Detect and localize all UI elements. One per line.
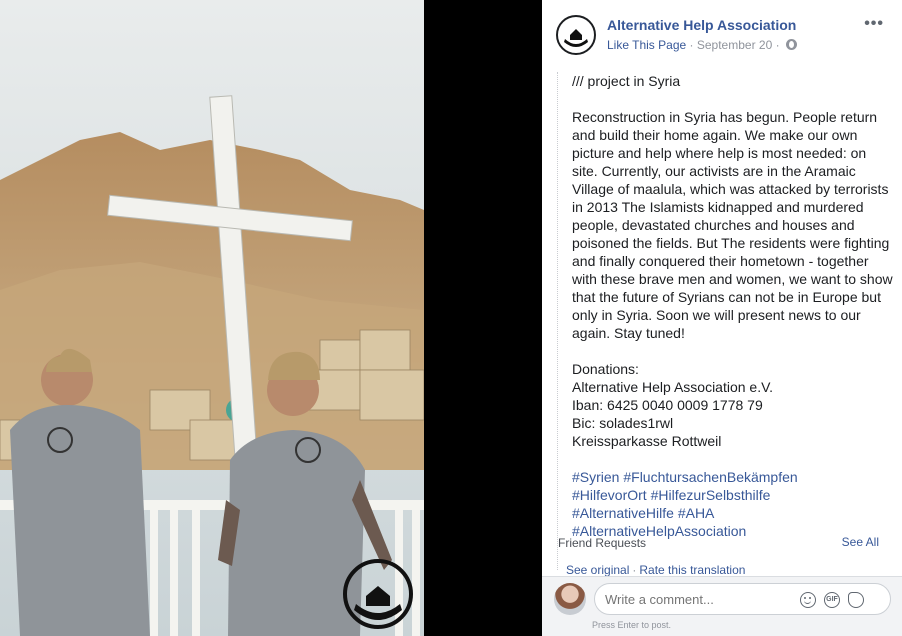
page-name-link[interactable]: Alternative Help Association <box>607 17 796 33</box>
post-panel: Alternative Help Association Like This P… <box>542 0 902 636</box>
comment-input[interactable] <box>605 592 785 607</box>
donations-block: Donations: Alternative Help Association … <box>572 360 895 450</box>
post-paragraph: Reconstruction in Syria has begun. Peopl… <box>572 109 893 341</box>
emoji-icon[interactable] <box>800 592 816 608</box>
more-options-icon[interactable]: ••• <box>864 16 884 32</box>
post-photo[interactable] <box>0 0 424 636</box>
post-body: /// project in Syria Reconstruction in S… <box>557 72 895 570</box>
photo-letterbox <box>424 0 542 636</box>
donations-line: Iban: 6425 0040 0009 1778 79 <box>572 397 763 413</box>
see-original-link[interactable]: See original <box>566 563 629 577</box>
hashtag-line[interactable]: #AlternativeHilfe #AHA <box>572 504 895 522</box>
post-meta: Like This Page · September 20 · <box>607 38 797 52</box>
meta-separator: · <box>775 38 780 52</box>
post-date[interactable]: September 20 <box>697 38 772 52</box>
donations-line: Bic: solades1rwl <box>572 415 674 431</box>
sticker-icon[interactable] <box>848 592 864 608</box>
gif-icon[interactable]: GIF <box>824 592 840 608</box>
donations-line: Donations: <box>572 361 639 377</box>
translation-dot: · <box>632 563 637 577</box>
like-page-link[interactable]: Like This Page <box>607 38 686 52</box>
meta-separator: · <box>689 38 694 52</box>
donations-line: Alternative Help Association e.V. <box>572 379 774 395</box>
house-hands-icon <box>564 29 588 47</box>
donations-line: Kreissparkasse Rottweil <box>572 433 722 449</box>
hashtag-line[interactable]: #Syrien #FluchtursachenBekämpfen <box>572 468 895 486</box>
photo-scene <box>0 0 424 636</box>
hashtag-line[interactable]: #HilfevorOrt #HilfezurSelbsthilfe <box>572 486 895 504</box>
press-enter-hint: Press Enter to post. <box>592 620 672 630</box>
hashtags-block: #Syrien #FluchtursachenBekämpfen #Hilfev… <box>572 468 895 540</box>
avatar[interactable] <box>554 583 586 615</box>
friend-requests-label: Friend Requests <box>558 536 647 550</box>
comment-box[interactable]: GIF <box>594 583 891 615</box>
rate-translation-link[interactable]: Rate this translation <box>639 563 745 577</box>
translation-bar: See original · Rate this translation <box>566 563 745 577</box>
post-header: Alternative Help Association Like This P… <box>542 0 902 64</box>
comment-composer: GIF Press Enter to post. <box>542 576 902 636</box>
see-all-link[interactable]: See All <box>842 535 879 549</box>
page-avatar[interactable] <box>556 15 596 55</box>
globe-icon <box>785 39 797 50</box>
post-heading: /// project in Syria <box>572 73 681 89</box>
